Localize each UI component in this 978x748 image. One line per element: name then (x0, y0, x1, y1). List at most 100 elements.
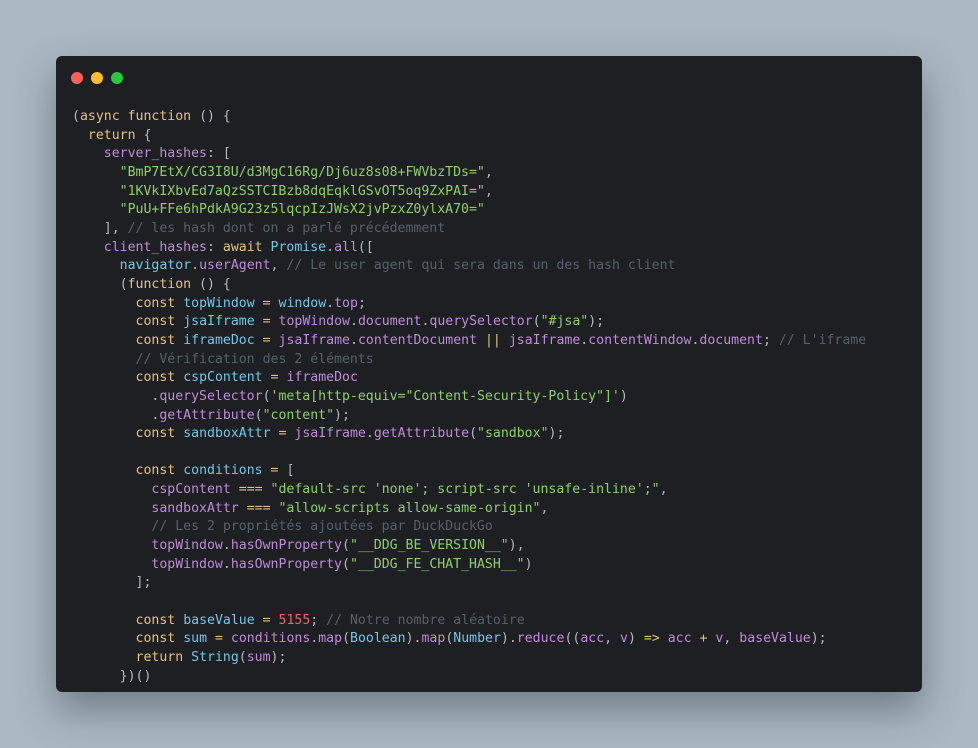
code-token: () { (191, 109, 231, 124)
code-token: "PuU+FFe6hPdkA9G23z5lqcpIzJWsX2jvPzxZ0yl… (119, 202, 485, 218)
code-line: const sandboxAttr = jsaIframe.getAttribu… (72, 425, 922, 444)
code-line: return String(sum); (72, 649, 922, 668)
code-token: , (270, 258, 287, 274)
code-token: 5155 (278, 612, 311, 628)
code-token: topWindow (151, 538, 223, 554)
code-token: ( (469, 426, 478, 442)
minimize-dot-icon[interactable] (91, 72, 103, 84)
code-token: contentWindow (588, 332, 692, 348)
code-token: jsaIframe (183, 314, 255, 330)
code-line: navigator.userAgent, // Le user agent qu… (72, 257, 922, 276)
code-token: topWindow (151, 556, 223, 572)
code-token: baseValue (739, 631, 811, 647)
code-token: sandboxAttr (183, 426, 271, 442)
code-token: await (222, 239, 263, 255)
code-token: , (604, 631, 621, 647)
code-token: = (270, 370, 279, 386)
code-token: const (135, 295, 176, 311)
code-token: ); (810, 631, 827, 647)
code-token: "__DDG_FE_CHAT_HASH__" (349, 556, 525, 572)
code-token: conditions (183, 463, 263, 479)
code-token: ([ (357, 239, 374, 255)
close-dot-icon[interactable] (71, 72, 83, 84)
code-token: // Les 2 propriétés ajoutées par DuckDuc… (151, 519, 493, 535)
zoom-dot-icon[interactable] (111, 72, 123, 84)
code-token: ( (341, 556, 350, 572)
code-token: () { (191, 276, 231, 292)
code-token: : [ (206, 146, 231, 162)
code-line: sandboxAttr === "allow-scripts allow-sam… (72, 500, 922, 519)
code-token: querySelector (429, 314, 533, 330)
code-token: "content" (262, 407, 335, 423)
code-token: = (262, 314, 271, 330)
code-line: const cspContent = iframeDoc (72, 369, 922, 388)
code-token: ( (238, 650, 247, 666)
code-token: "BmP7EtX/CG3I8U/d3MgC16Rg/Dj6uz8s08+FWVb… (119, 164, 485, 180)
code-line: const topWindow = window.top; (72, 295, 922, 314)
code-token: "allow-scripts allow-same-origin" (278, 500, 541, 516)
code-token: || (484, 332, 501, 348)
code-token: conditions (230, 631, 311, 647)
code-token: baseValue (183, 612, 255, 628)
code-token: const (135, 631, 176, 647)
code-token: const (135, 332, 176, 348)
code-line: const sum = conditions.map(Boolean).map(… (72, 630, 922, 649)
code-token: [ (278, 463, 295, 479)
code-token: 'meta[http-equiv="Content-Security-Polic… (270, 388, 620, 404)
code-token: Number (453, 631, 501, 647)
code-token: = (262, 612, 271, 628)
code-token: = (214, 631, 223, 647)
code-token: Promise (270, 239, 327, 255)
code-token: userAgent (199, 258, 271, 274)
code-token: function (127, 276, 192, 292)
code-token: === (246, 500, 271, 516)
code-token: ); (334, 407, 350, 423)
code-token: = (262, 332, 271, 348)
code-token: // les hash dont on a parlé précédemment (127, 220, 446, 236)
code-token: (( (564, 631, 581, 647)
code-token: reduce (516, 631, 565, 647)
code-token: ); (270, 650, 287, 666)
code-token: = (262, 295, 271, 311)
code-token: . (222, 538, 231, 554)
code-token: : (206, 239, 223, 255)
code-token: hasOwnProperty (230, 556, 342, 572)
code-token: , (723, 631, 740, 647)
code-token: topWindow (278, 314, 350, 330)
code-token: cspContent (183, 370, 263, 386)
code-token: "1KVkIXbvEd7aQzSSTCIBzb8dqEqklGSvOT5oq9Z… (119, 183, 485, 199)
code-line: .querySelector('meta[http-equiv="Content… (72, 388, 922, 407)
code-token: . (72, 407, 160, 423)
code-line: .getAttribute("content"); (72, 407, 922, 426)
code-token: window (278, 295, 327, 311)
code-token: ( (262, 388, 271, 404)
code-token: === (238, 482, 263, 498)
code-token: ( (72, 276, 128, 292)
code-token: function (127, 109, 192, 124)
code-token: ); (588, 314, 605, 330)
code-line: const conditions = [ (72, 462, 922, 481)
code-token: "#jsa" (540, 314, 589, 330)
code-token: { (135, 127, 152, 143)
